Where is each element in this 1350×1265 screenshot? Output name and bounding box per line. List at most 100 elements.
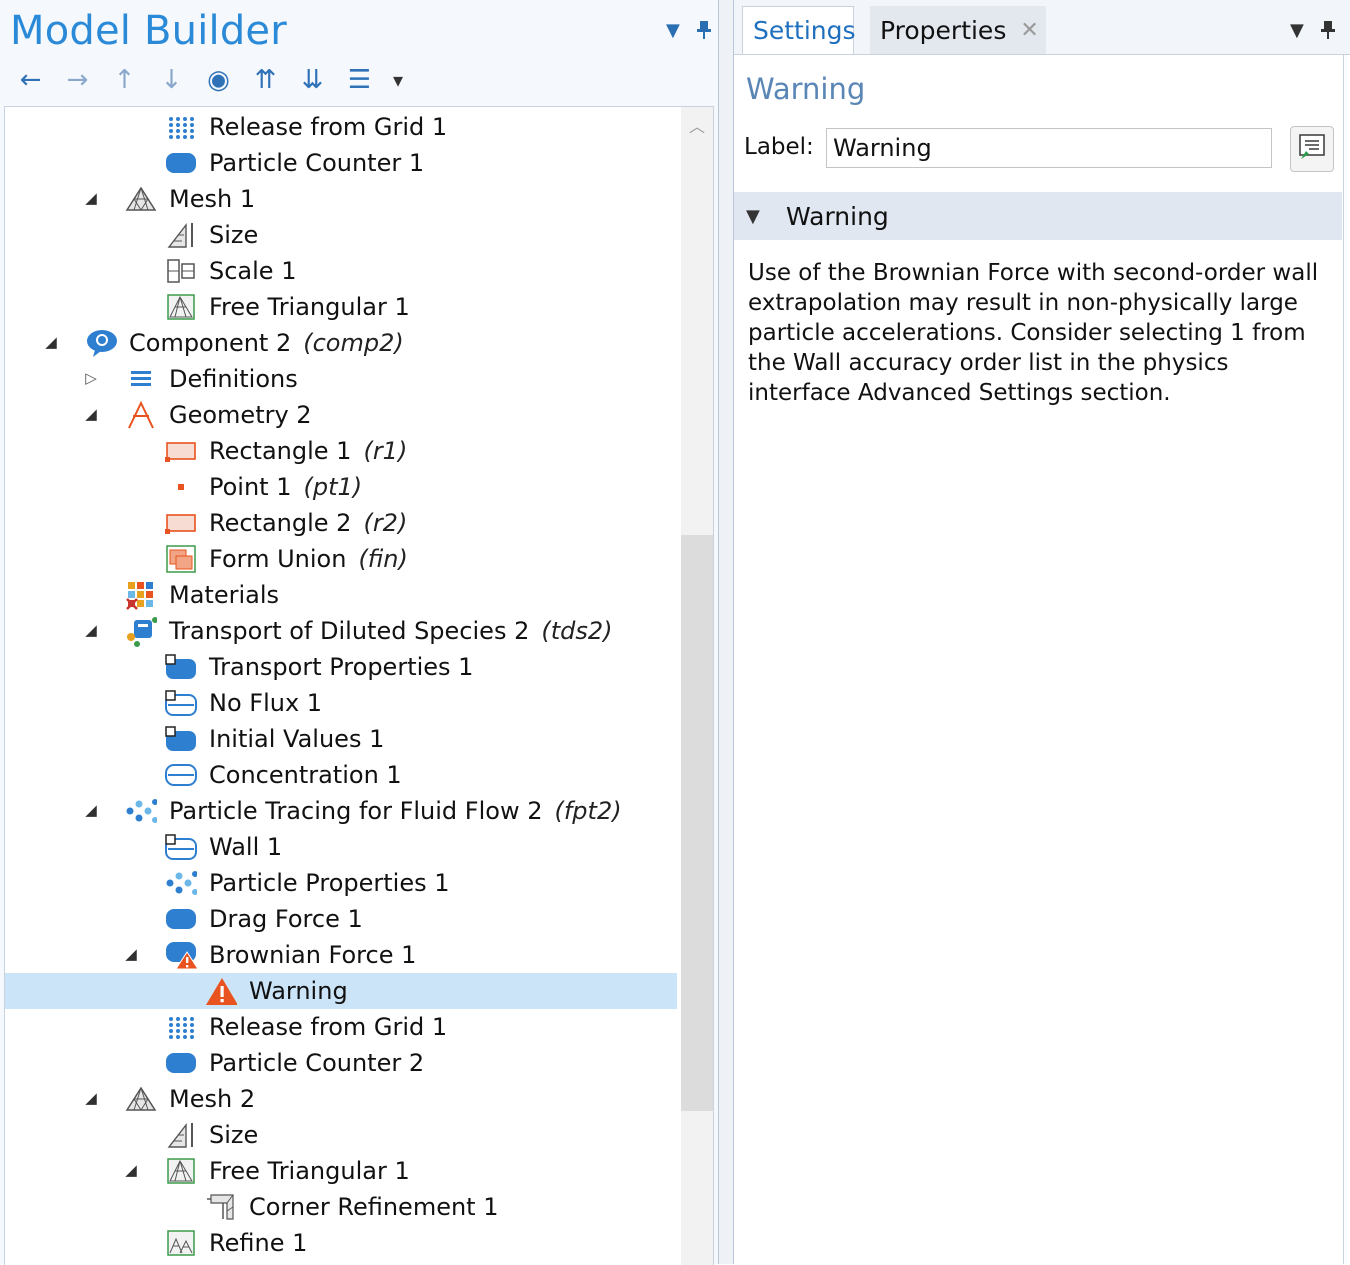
rectangle-icon [165, 508, 197, 538]
tree-item[interactable]: Scale 1 [5, 253, 677, 289]
tree-item-tag: (fpt2) [554, 797, 622, 825]
tree-item[interactable]: Drag Force 1 [5, 901, 677, 937]
tree-item[interactable]: ◢ Particle Tracing for Fluid Flow 2 (fpt2) [5, 793, 677, 829]
tree-item-text: Geometry 2 [169, 401, 312, 429]
model-builder-pane: Model Builder ▼ ← → ↑ ↓ ◉ ⇈ ⇊ ☰ ▾ Release from G… [0, 0, 718, 1265]
release-grid-icon [165, 112, 197, 142]
tree-scrollbar[interactable]: ︿ [681, 107, 713, 1265]
tree-item-label: Warning [249, 975, 348, 1007]
tree-item[interactable]: Particle Counter 1 [5, 145, 677, 181]
size-icon [165, 1120, 197, 1150]
tree-item-label: Drag Force 1 [209, 903, 363, 935]
tree-item[interactable]: Size [5, 1117, 677, 1153]
expand-all-icon[interactable]: ⇊ [290, 62, 335, 98]
label-field[interactable] [826, 128, 1272, 168]
tree-item[interactable]: Particle Counter 2 [5, 1045, 677, 1081]
particle-counter-icon [165, 1048, 197, 1078]
tree-item[interactable]: Form Union (fin) [5, 541, 677, 577]
tree-item-tag: (r1) [363, 437, 408, 465]
tree-item-text: Mesh 2 [169, 1085, 256, 1113]
tree-item-label: Mesh 2 [169, 1083, 255, 1115]
warning-section-header[interactable]: ▼ Warning [734, 192, 1342, 240]
domain-feature-icon [165, 652, 197, 682]
tree-item[interactable]: Warning [5, 973, 677, 1009]
collapse-arrow-icon[interactable]: ◢ [81, 621, 101, 639]
tree-options-icon[interactable]: ☰ [337, 62, 382, 98]
component-icon [85, 328, 117, 358]
collapse-arrow-icon[interactable]: ◢ [41, 333, 61, 351]
model-builder-toolbar: ← → ↑ ↓ ◉ ⇈ ⇊ ☰ ▾ [8, 62, 412, 98]
close-icon[interactable]: ✕ [1020, 18, 1038, 43]
tree-item-label: Particle Counter 1 [209, 147, 424, 179]
tree-item[interactable]: Transport Properties 1 [5, 649, 677, 685]
tree-item[interactable]: Particle Properties 1 [5, 865, 677, 901]
tree-item[interactable]: Initial Values 1 [5, 721, 677, 757]
tree-item[interactable]: Rectangle 2 (r2) [5, 505, 677, 541]
scroll-up-icon[interactable]: ︿ [681, 113, 713, 137]
tree-item-text: Release from Grid 1 [209, 1013, 448, 1041]
tree-item[interactable]: ◢ Transport of Diluted Species 2 (tds2) [5, 613, 677, 649]
definitions-icon [125, 364, 157, 394]
tree-item-text: Mesh 1 [169, 185, 256, 213]
tree-item[interactable]: ◢ Geometry 2 [5, 397, 677, 433]
tree-item[interactable]: Free Triangular 1 [5, 289, 677, 325]
show-icon[interactable]: ◉ [196, 62, 241, 98]
refine-icon [165, 1228, 197, 1258]
free-triangular-icon [165, 292, 197, 322]
tree-item[interactable]: Point 1 (pt1) [5, 469, 677, 505]
collapse-triangle-icon: ▼ [746, 205, 760, 227]
tree-item-label: Rectangle 1 (r1) [209, 435, 407, 467]
tree-item[interactable]: No Flux 1 [5, 685, 677, 721]
collapse-all-icon[interactable]: ⇈ [243, 62, 288, 98]
collapse-arrow-icon[interactable]: ◢ [81, 405, 101, 423]
tree-item-text: Warning [249, 977, 348, 1005]
tree-item[interactable]: Wall 1 [5, 829, 677, 865]
tree-item-label: Refine 1 [209, 1227, 307, 1259]
tree-item-label: Mesh 1 [169, 183, 255, 215]
tree-item-label: Size [209, 219, 258, 251]
tree-item[interactable]: Concentration 1 [5, 757, 677, 793]
tree-item-text: Point 1 [209, 473, 292, 501]
tree-item[interactable]: ◢ Brownian Force 1 [5, 937, 677, 973]
pin-icon[interactable] [1320, 20, 1336, 45]
tree-item[interactable]: Release from Grid 1 [5, 109, 677, 145]
tree-item[interactable]: Materials [5, 577, 677, 613]
tree-item-label: Component 2 (comp2) [129, 327, 404, 359]
collapse-arrow-icon[interactable]: ◢ [81, 189, 101, 207]
tree-item[interactable]: ▷ Definitions [5, 361, 677, 397]
forward-icon[interactable]: → [55, 62, 100, 98]
back-icon[interactable]: ← [8, 62, 53, 98]
tree-item-text: Concentration 1 [209, 761, 402, 789]
tree-item-text: Free Triangular 1 [209, 1157, 410, 1185]
edit-label-button[interactable] [1290, 126, 1334, 172]
tree-item[interactable]: ◢ Mesh 2 [5, 1081, 677, 1117]
tree-item-text: Size [209, 221, 259, 249]
pane-menu-chevron-icon[interactable]: ▼ [666, 20, 680, 41]
collapse-arrow-icon[interactable]: ◢ [81, 801, 101, 819]
tree-item[interactable]: ◢ Component 2 (comp2) [5, 325, 677, 361]
pin-icon[interactable] [696, 20, 712, 45]
tree-item-label: Particle Properties 1 [209, 867, 450, 899]
corner-refinement-icon [205, 1192, 237, 1222]
tree-item[interactable]: Refine 1 [5, 1225, 677, 1261]
tree-item[interactable]: Release from Grid 1 [5, 1009, 677, 1045]
tree-item-label: Particle Counter 2 [209, 1047, 424, 1079]
expand-arrow-icon[interactable]: ▷ [81, 369, 101, 387]
toolbar-dropdown-icon[interactable]: ▾ [384, 62, 412, 98]
tab-settings[interactable]: Settings [742, 6, 856, 54]
move-up-icon[interactable]: ↑ [102, 62, 147, 98]
tree-item[interactable]: Size [5, 217, 677, 253]
tab-properties[interactable]: Properties ✕ [870, 6, 1046, 54]
collapse-arrow-icon[interactable]: ◢ [121, 1161, 141, 1179]
move-down-icon[interactable]: ↓ [149, 62, 194, 98]
pane-menu-chevron-icon[interactable]: ▼ [1290, 20, 1304, 41]
collapse-arrow-icon[interactable]: ◢ [81, 1089, 101, 1107]
pane-splitter[interactable] [718, 0, 734, 1264]
scrollbar-thumb[interactable] [681, 535, 713, 1111]
tree-item[interactable]: ◢ Mesh 1 [5, 181, 677, 217]
collapse-arrow-icon[interactable]: ◢ [121, 945, 141, 963]
tree-item[interactable]: Rectangle 1 (r1) [5, 433, 677, 469]
tree-item[interactable]: Corner Refinement 1 [5, 1189, 677, 1225]
tree-item-text: Rectangle 2 [209, 509, 352, 537]
tree-item[interactable]: ◢ Free Triangular 1 [5, 1153, 677, 1189]
